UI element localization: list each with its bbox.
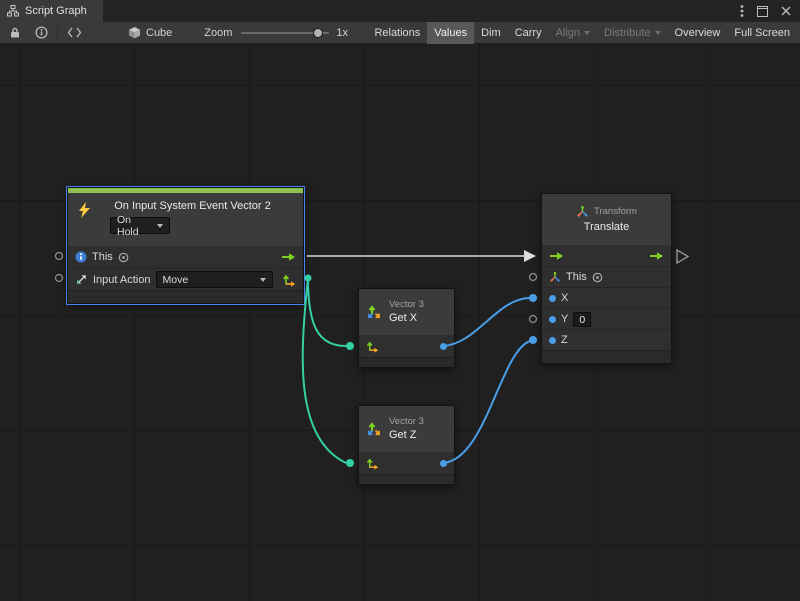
target-picker-icon[interactable] xyxy=(592,272,603,283)
titlebar: Script Graph xyxy=(0,0,800,22)
values-button[interactable]: Values xyxy=(427,22,474,44)
toolbar-separator xyxy=(57,26,58,39)
x-port-label: X xyxy=(561,292,568,304)
transform-mini-icon xyxy=(549,271,561,283)
transform-icon xyxy=(576,205,589,218)
code-icon[interactable] xyxy=(67,27,82,38)
vector3-input-port-icon[interactable] xyxy=(366,340,379,353)
get-x-node-footer xyxy=(359,357,454,367)
event-this-label: This xyxy=(92,251,113,263)
event-this-port-row[interactable]: This xyxy=(68,246,303,268)
translate-node[interactable]: Transform Translate This X xyxy=(541,193,672,364)
get-x-node[interactable]: Vector 3 Get X xyxy=(358,288,455,368)
get-z-title: Get Z xyxy=(389,428,424,442)
get-x-node-header[interactable]: Vector 3 Get X xyxy=(359,289,454,335)
script-graph-window: Script Graph Cub xyxy=(0,0,800,601)
translate-x-port-row[interactable]: X xyxy=(542,287,671,308)
full-screen-button[interactable]: Full Screen xyxy=(727,22,797,44)
translate-node-header[interactable]: Transform Translate xyxy=(542,194,671,245)
zoom-slider[interactable] xyxy=(241,27,329,39)
flow-output-arrow-icon[interactable] xyxy=(649,251,664,261)
lock-icon[interactable] xyxy=(9,26,21,39)
tab-script-graph[interactable]: Script Graph xyxy=(0,0,103,22)
dropdown-arrow-icon xyxy=(157,224,163,228)
zoom-label: Zoom xyxy=(204,27,232,39)
translate-node-footer xyxy=(542,350,671,363)
get-x-category: Vector 3 xyxy=(389,299,424,311)
flow-output-arrow-icon[interactable] xyxy=(281,252,296,262)
get-z-node-footer xyxy=(359,474,454,484)
dim-button[interactable]: Dim xyxy=(474,22,508,44)
event-mode-dropdown[interactable]: On Hold xyxy=(110,217,170,234)
carry-button[interactable]: Carry xyxy=(508,22,549,44)
get-z-output-dot[interactable] xyxy=(440,460,447,467)
info-icon[interactable] xyxy=(35,26,48,39)
translate-this-port-row[interactable]: This xyxy=(542,266,671,287)
input-action-label: Input Action xyxy=(93,274,151,286)
event-input-action-row[interactable]: Input Action Move xyxy=(68,268,303,290)
this-object-icon xyxy=(75,251,87,263)
align-dropdown[interactable]: Align xyxy=(549,22,597,44)
input-action-icon xyxy=(75,273,88,286)
x-port-dot[interactable] xyxy=(549,295,556,302)
dropdown-arrow-icon xyxy=(655,31,661,35)
overview-button[interactable]: Overview xyxy=(668,22,728,44)
y-port-label: Y xyxy=(561,313,568,325)
graph-toolbar: Cube Zoom 1x Relations Values Dim Carry … xyxy=(0,22,800,44)
kebab-menu-icon[interactable] xyxy=(740,4,744,18)
translate-title: Translate xyxy=(584,220,629,234)
vector2-output-port-icon[interactable] xyxy=(282,273,296,287)
get-x-port-row[interactable] xyxy=(359,335,454,357)
relations-button[interactable]: Relations xyxy=(367,22,427,44)
event-node-footer xyxy=(68,290,303,303)
get-x-title: Get X xyxy=(389,311,424,325)
target-object-name: Cube xyxy=(146,27,172,39)
event-node-title: On Input System Event Vector 2 xyxy=(68,199,303,213)
get-z-port-row[interactable] xyxy=(359,452,454,474)
vector3-icon xyxy=(365,421,383,437)
toolbar-buttons: Relations Values Dim Carry Align Distrib… xyxy=(367,22,800,44)
y-value-input[interactable]: 0 xyxy=(573,312,591,327)
script-graph-icon xyxy=(7,5,19,17)
translate-flow-row[interactable] xyxy=(542,245,671,266)
get-z-node-header[interactable]: Vector 3 Get Z xyxy=(359,406,454,452)
y-port-dot[interactable] xyxy=(549,316,556,323)
distribute-dropdown[interactable]: Distribute xyxy=(597,22,667,44)
get-z-category: Vector 3 xyxy=(389,416,424,428)
zoom-slider-handle[interactable] xyxy=(313,28,323,38)
dropdown-arrow-icon xyxy=(260,278,266,282)
lightning-bolt-icon xyxy=(77,202,92,222)
translate-this-label: This xyxy=(566,271,587,283)
on-input-system-event-node[interactable]: On Input System Event Vector 2 On Hold T… xyxy=(67,187,304,304)
cube-icon xyxy=(128,26,141,39)
event-node-header[interactable]: On Input System Event Vector 2 On Hold xyxy=(68,193,303,246)
close-icon[interactable] xyxy=(781,6,791,16)
z-port-dot[interactable] xyxy=(549,337,556,344)
z-port-label: Z xyxy=(561,334,568,346)
window-controls xyxy=(740,4,800,18)
translate-z-port-row[interactable]: Z xyxy=(542,329,671,350)
target-picker-icon[interactable] xyxy=(118,252,129,263)
translate-y-port-row[interactable]: Y 0 xyxy=(542,308,671,329)
dropdown-arrow-icon xyxy=(584,31,590,35)
target-object[interactable]: Cube xyxy=(128,26,172,39)
get-x-output-dot[interactable] xyxy=(440,343,447,350)
zoom-value: 1x xyxy=(336,27,348,39)
maximize-icon[interactable] xyxy=(757,6,768,17)
vector3-input-port-icon[interactable] xyxy=(366,457,379,470)
get-z-node[interactable]: Vector 3 Get Z xyxy=(358,405,455,485)
input-action-dropdown[interactable]: Move xyxy=(156,271,274,288)
tab-label: Script Graph xyxy=(25,5,87,17)
flow-input-arrow-icon[interactable] xyxy=(549,251,564,261)
vector3-icon xyxy=(365,304,383,320)
translate-category: Transform xyxy=(594,206,637,218)
